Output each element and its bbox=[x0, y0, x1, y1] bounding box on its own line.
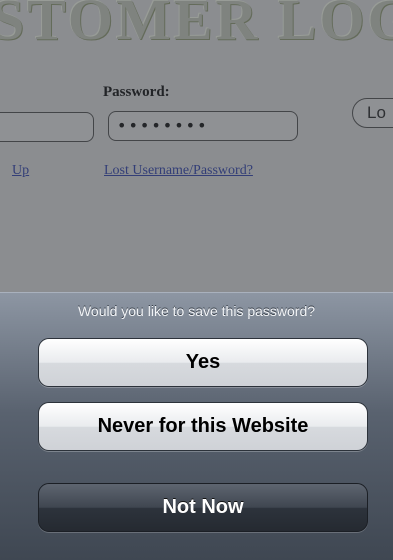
page-dim-overlay bbox=[0, 0, 393, 292]
save-password-action-sheet: Would you like to save this password? Ye… bbox=[0, 292, 393, 560]
yes-button[interactable]: Yes bbox=[38, 338, 368, 387]
never-for-this-website-button[interactable]: Never for this Website bbox=[38, 402, 368, 451]
not-now-button[interactable]: Not Now bbox=[38, 483, 368, 532]
action-sheet-title: Would you like to save this password? bbox=[77, 303, 316, 319]
